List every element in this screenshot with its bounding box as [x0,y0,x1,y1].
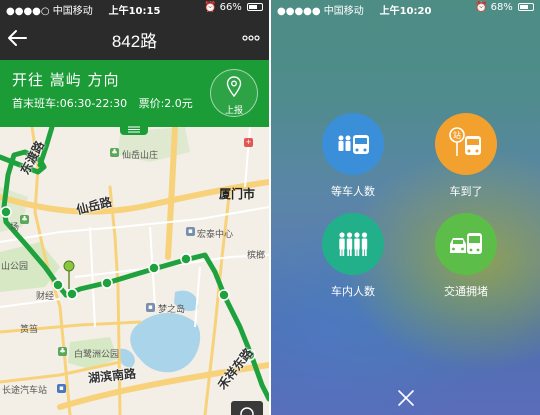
bus-stop-icon: 站 [449,127,481,156]
district-label: 场 [10,223,20,233]
route-map[interactable]: 仙岳山庄 厦门市 宏泰中心 梦之岛 白鹭洲公园 长途汽车站 筼筜 财经 场 山公… [0,124,269,415]
traffic-jam-icon [450,233,482,254]
bus-arrived-button[interactable]: 站 车到了 [421,113,511,199]
route-info-banner: 开往 嵩屿 方向 首末班车:06:30-22:30 票价:2.0元 上报 [0,60,269,127]
traffic-jam-label: 交通拥堵 [444,285,488,298]
park-icon: ♣ [110,148,119,157]
location-pin-icon [226,76,242,98]
close-icon[interactable] [397,389,415,407]
building-icon: ▪ [146,303,155,312]
battery-fill [249,5,257,9]
district-label: 白鹭洲公园 [74,350,120,360]
bus-station-icon: ▪ [57,384,66,393]
waiting-count-label: 等车人数 [331,185,375,198]
district-label: 仙岳山庄 [122,151,159,161]
route-schedule: 首末班车:06:30-22:30 票价:2.0元 [12,95,201,111]
stop-badge-text: 站 [453,130,461,140]
hospital-icon: + [244,138,253,147]
building-icon: ▪ [186,227,195,236]
battery-percent: 66% [219,2,242,13]
drag-handle[interactable] [120,124,148,135]
battery-indicator: ⏰ 68% [475,2,534,13]
bus-arrived-label: 车到了 [449,185,483,198]
district-label: 厦门市 [219,187,256,201]
battery-icon [247,3,263,11]
report-label: 上报 [224,106,243,116]
onboard-count-circle [322,213,384,275]
park-icon: ♣ [58,347,67,356]
people-and-bus-icon [338,135,369,154]
battery-indicator: ⏰ 66% [204,2,263,13]
onboard-count-button[interactable]: 车内人数 [308,213,398,299]
alarm-icon: ⏰ [474,2,488,13]
bus-route-screen: ●●●●○ 中国移动 上午10:15 ⏰ 66% 842路 开往 嵩屿 方向 首… [0,0,269,415]
navigation-bar: 842路 [0,17,269,60]
route-title: 842路 [111,32,158,51]
traffic-jam-circle [435,213,497,275]
traffic-jam-button[interactable]: 交通拥堵 [421,213,511,299]
alarm-icon: ⏰ [203,2,217,13]
bus-arrived-circle: 站 [435,113,497,175]
district-label: 筼筜 [20,325,39,335]
district-label: 槟榔 [247,251,266,261]
waiting-count-button[interactable]: 等车人数 [308,113,398,199]
waiting-count-circle [322,113,384,175]
report-overlay-screen: ●●●●● 中国移动 上午10:20 ⏰ 68% 等车人数 站 车到了 车内人数… [271,0,540,415]
park-icon: ♣ [20,215,29,224]
locate-icon [240,407,254,415]
report-button[interactable]: 上报 [210,69,258,117]
battery-percent: 68% [490,2,513,13]
status-bar: ●●●●○ 中国移动 上午10:15 ⏰ 66% [0,0,269,17]
onboard-count-label: 车内人数 [331,285,375,298]
fare-label: 票价:2.0元 [138,97,193,110]
district-label: 梦之岛 [158,305,186,315]
route-direction: 开往 嵩屿 方向 [12,71,120,89]
locate-button[interactable] [231,401,263,415]
district-label: 山公园 [1,262,29,272]
district-label: 财经 [36,292,55,302]
more-options-icon[interactable] [241,29,261,47]
crowd-icon [339,232,368,256]
district-label: 长途汽车站 [2,386,48,396]
district-label: 宏泰中心 [197,230,234,240]
battery-fill [520,5,528,9]
first-last-bus-time: 首末班车:06:30-22:30 [12,97,128,110]
menu-lines-icon [128,126,140,133]
status-bar: ●●●●● 中国移动 上午10:20 ⏰ 68% [271,0,540,17]
battery-icon [518,3,534,11]
